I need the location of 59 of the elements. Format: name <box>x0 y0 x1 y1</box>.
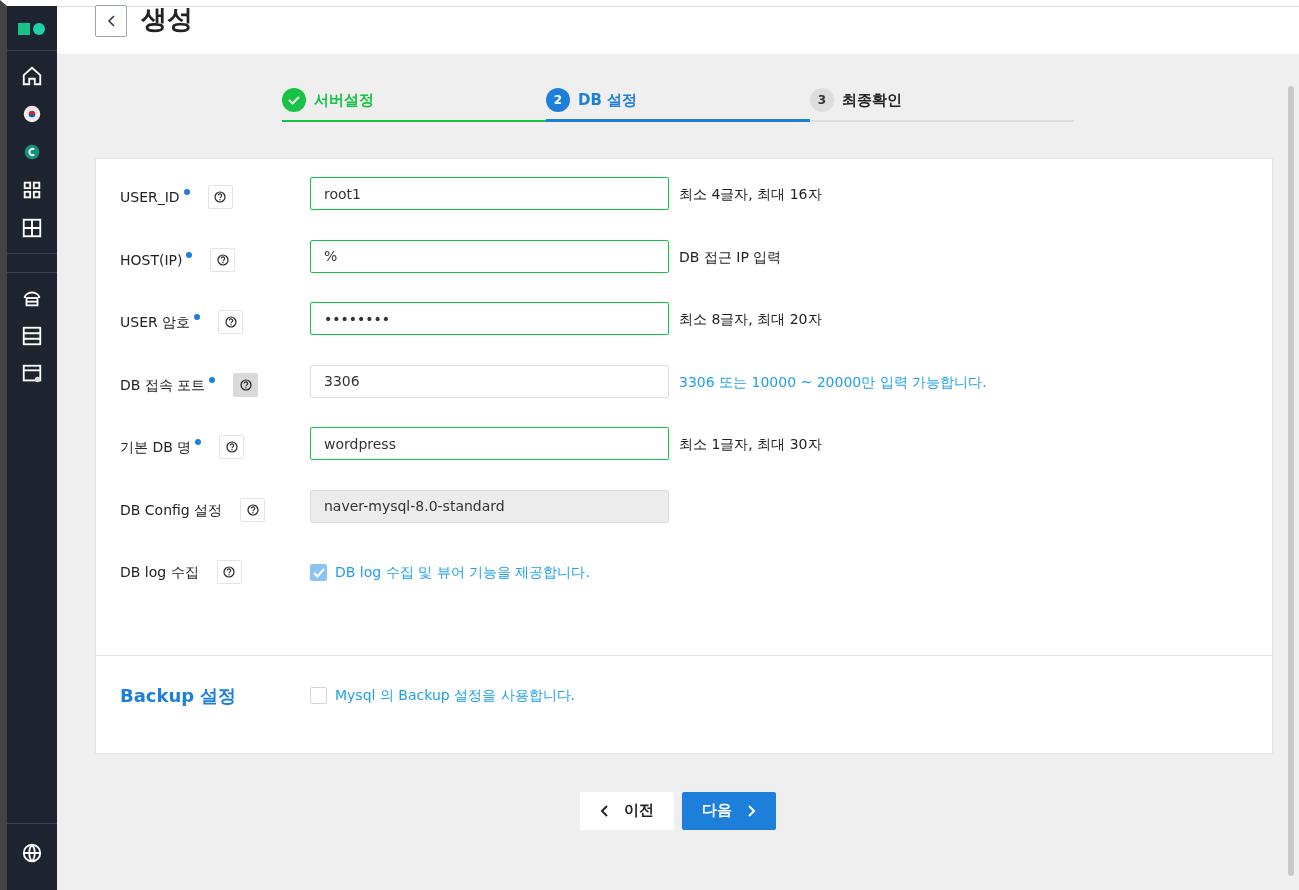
help-icon <box>224 316 237 328</box>
field-hint: 최소 8글자, 최대 20자 <box>679 310 822 329</box>
page-title: 생성 <box>141 3 193 36</box>
check-circle-icon <box>282 88 306 112</box>
help-icon <box>246 503 259 516</box>
step-label: 최종확인 <box>842 89 902 111</box>
chevron-right-icon <box>748 804 756 817</box>
help-icon <box>214 191 227 203</box>
input-field[interactable]: •••••••• <box>310 302 669 335</box>
help-icon <box>217 253 229 266</box>
previous-button[interactable]: 이전 <box>580 791 674 830</box>
next-button[interactable]: 다음 <box>682 791 776 830</box>
step-tab[interactable]: 2 DB 설정 <box>546 88 810 122</box>
help-icon <box>225 441 238 453</box>
field-label: USER_ID <box>120 188 180 207</box>
checkbox[interactable] <box>310 686 327 704</box>
back-button[interactable] <box>95 4 127 37</box>
dashboard-icon[interactable] <box>21 217 43 239</box>
field-label: HOST(IP) <box>120 250 183 270</box>
grid-icon[interactable] <box>21 179 43 201</box>
field-hint: 최소 1글자, 최대 30자 <box>679 435 822 454</box>
scrollbar[interactable] <box>1288 86 1294 876</box>
server-icon[interactable] <box>21 325 43 347</box>
field-label: 기본 DB 명 <box>120 438 192 457</box>
help-button[interactable] <box>240 497 266 522</box>
field-label: DB log 수집 <box>120 563 199 582</box>
input-field[interactable]: 3306 <box>310 364 669 398</box>
help-button[interactable] <box>210 247 236 272</box>
field-label: USER 암호 <box>120 313 191 332</box>
help-button[interactable] <box>219 435 245 459</box>
globe-icon[interactable] <box>21 842 43 864</box>
section-title: Backup 설정 <box>120 683 238 708</box>
input-field[interactable]: root1 <box>310 177 669 210</box>
field-hint: 3306 또는 10000 ~ 20000만 입력 가능합니다. <box>679 372 987 392</box>
field-label: DB Config 설정 <box>120 500 223 520</box>
step-label: 서버설정 <box>314 89 374 111</box>
input-field[interactable]: naver-mysql-8.0-standard <box>310 489 669 523</box>
monitor-icon[interactable] <box>21 363 43 385</box>
input-field[interactable]: % <box>310 239 669 273</box>
logo-icon <box>18 22 46 36</box>
chevron-left-icon <box>107 14 115 27</box>
field-hint: DB 접근 IP 입력 <box>679 247 782 267</box>
help-icon <box>239 378 252 391</box>
step-label: DB 설정 <box>578 89 638 111</box>
step-number: 2 <box>546 88 570 112</box>
step-tab[interactable]: 3 최종확인 <box>810 88 1074 122</box>
step-number: 3 <box>810 88 834 112</box>
input-field[interactable]: wordpress <box>310 427 669 460</box>
home-icon[interactable] <box>21 65 43 87</box>
flag-icon[interactable] <box>21 103 43 125</box>
checkbox-label: Mysql 의 Backup 설정을 사용합니다. <box>335 685 575 705</box>
help-button[interactable] <box>218 310 244 334</box>
help-button[interactable] <box>233 372 259 397</box>
help-icon <box>223 566 236 578</box>
chevron-left-icon <box>600 804 608 817</box>
checkbox-label: DB log 수집 및 뷰어 기능을 제공합니다. <box>335 563 590 582</box>
field-label: DB 접속 포트 <box>120 375 206 395</box>
help-button[interactable] <box>207 185 233 209</box>
field-hint: 최소 4글자, 최대 16자 <box>679 185 822 204</box>
